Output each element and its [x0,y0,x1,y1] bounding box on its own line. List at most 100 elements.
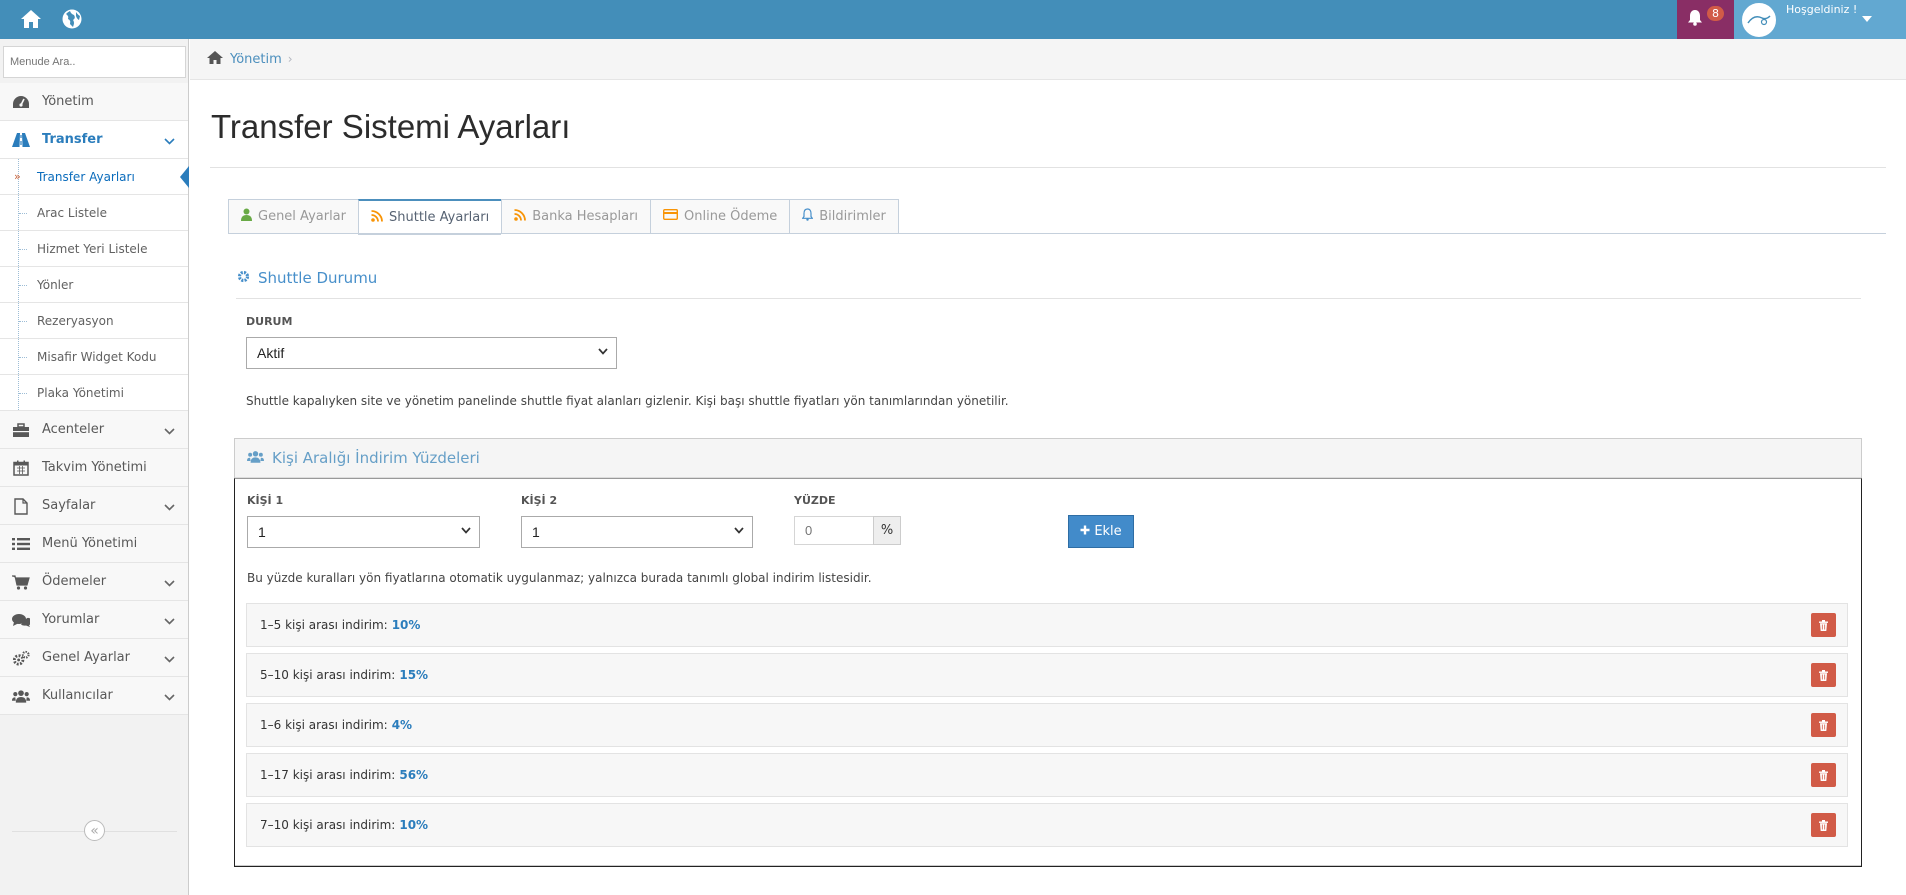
sidebar-item-label: Genel Ayarlar [42,650,130,665]
kisi2-select[interactable]: 1 [521,516,753,548]
rule-percent: 56% [399,768,429,782]
rss-icon [514,208,527,225]
tab-label: Online Ödeme [684,209,778,224]
bell-icon [801,208,814,225]
chevron-down-icon [734,525,744,537]
sidebar-subitem-label: Arac Listele [37,205,107,220]
page-header-divider [210,167,1886,168]
discount-note: Bu yüzde kuralları yön fiyatlarına otoma… [247,571,872,585]
tab-label: Banka Hesapları [532,209,639,224]
caret-down-icon [1862,12,1872,25]
sidebar-item-label: Sayfalar [42,498,96,513]
chevron-down-icon [164,500,175,514]
user-icon [241,208,252,225]
list-icon [12,536,30,552]
sidebar-subitem-label: Yönler [37,277,74,292]
rule-percent: 10% [391,618,421,632]
delete-rule-button[interactable] [1811,813,1836,837]
sidebar-item-label: Ödemeler [42,574,107,589]
globe-icon[interactable] [58,5,86,33]
rule-text: 1–5 kişi arası indirim: [260,618,388,632]
status-select-value: Aktif [257,345,285,361]
gear-icon [237,269,250,287]
trash-icon [1819,669,1828,681]
delete-rule-button[interactable] [1811,763,1836,787]
sidebar-item-transfer[interactable]: Transfer [0,121,188,159]
sidebar-subitem-misafir-widget-kodu[interactable]: Misafir Widget Kodu [0,339,188,375]
kisi1-select[interactable]: 1 [247,516,480,548]
sidebar-item-label: Transfer [42,132,103,147]
kisi1-label: KİŞİ 1 [247,494,284,507]
breadcrumb-separator-icon: › [287,52,293,66]
delete-rule-button[interactable] [1811,613,1836,637]
rule-text: 1–6 kişi arası indirim: [260,718,388,732]
sidebar-item-yonetim[interactable]: Yönetim [0,83,188,121]
add-rule-button[interactable]: Ekle [1068,515,1134,548]
rule-text: 5–10 kişi arası indirim: [260,668,396,682]
tab-genel-ayarlar[interactable]: Genel Ayarlar [228,199,358,234]
sidebar-subitem-plaka-yonetimi[interactable]: Plaka Yönetimi [0,375,188,411]
yuzde-label: YÜZDE [794,494,836,507]
delete-rule-button[interactable] [1811,713,1836,737]
discount-rule-row: 1–5 kişi arası indirim: 10% [246,603,1848,647]
sidebar-item-menu-yonetimi[interactable]: Menü Yönetimi [0,525,188,563]
users-icon [12,688,30,704]
tab-shuttle-ayarlari[interactable]: Shuttle Ayarları [358,199,502,235]
rule-percent: 15% [399,668,429,682]
plus-icon [1080,524,1090,539]
trash-icon [1819,769,1828,781]
chevron-down-icon [598,346,608,358]
sidebar-subitem-yonler[interactable]: Yönler [0,267,188,303]
breadcrumb: Yönetim › [190,39,1906,80]
calendar-icon [12,460,30,476]
top-navbar: 8 Hoşgeldiniz ! [0,0,1906,39]
sidebar-item-acenteler[interactable]: Acenteler [0,411,188,449]
sidebar-item-label: Yorumlar [42,612,100,627]
sidebar-collapse-button[interactable]: « [84,820,105,841]
chevron-down-icon [164,652,175,666]
rule-text: 7–10 kişi arası indirim: [260,818,396,832]
notifications-button[interactable]: 8 [1677,0,1734,39]
sidebar-subitem-transfer-ayarlari[interactable]: » Transfer Ayarları [0,159,189,195]
chevron-down-icon [164,614,175,628]
briefcase-icon [12,422,30,438]
delete-rule-button[interactable] [1811,663,1836,687]
home-icon[interactable] [17,5,45,33]
discount-rule-row: 5–10 kişi arası indirim: 15% [246,653,1848,697]
sidebar-subitem-label: Misafir Widget Kodu [37,349,157,364]
sidebar-subitem-label: Hizmet Yeri Listele [37,241,148,256]
notification-count-badge: 8 [1707,6,1724,21]
percent-addon: % [873,516,901,545]
rss-icon [371,209,383,226]
sidebar-item-yorumlar[interactable]: Yorumlar [0,601,188,639]
discount-widget: Kişi Aralığı İndirim Yüzdeleri [234,438,1862,867]
sidebar: Yönetim Transfer » Transfer Ayarları Ara… [0,39,189,895]
tab-banka-hesaplari[interactable]: Banka Hesapları [501,199,651,234]
sidebar-item-kullanicilar[interactable]: Kullanıcılar [0,677,188,715]
status-label: DURUM [246,315,293,328]
tab-online-odeme[interactable]: Online Ödeme [650,199,790,234]
user-menu[interactable]: Hoşgeldiniz ! [1734,0,1906,39]
sidebar-item-label: Acenteler [42,422,105,437]
tab-bildirimler[interactable]: Bildirimler [789,199,899,234]
sidebar-item-takvim-yonetimi[interactable]: Takvim Yönetimi [0,449,188,487]
shuttle-section-title: Shuttle Durumu [237,269,377,287]
breadcrumb-home-link[interactable]: Yönetim [230,52,282,67]
double-chevron-right-icon: » [14,170,21,183]
menu-search-input[interactable] [3,46,186,78]
sidebar-subitem-arac-listele[interactable]: Arac Listele [0,195,188,231]
sidebar-item-genel-ayarlar[interactable]: Genel Ayarlar [0,639,188,677]
welcome-text: Hoşgeldiniz ! [1786,3,1858,16]
chevron-down-icon [164,576,175,590]
double-chevron-left-icon: « [90,822,99,839]
shopping-cart-icon [12,574,30,590]
sidebar-subitem-rezeryasyon[interactable]: Rezeryasyon [0,303,188,339]
yuzde-input[interactable] [794,516,874,545]
sidebar-subitem-hizmet-yeri-listele[interactable]: Hizmet Yeri Listele [0,231,188,267]
comments-icon [12,612,30,628]
users-icon [247,449,264,467]
sidebar-item-sayfalar[interactable]: Sayfalar [0,487,188,525]
status-select[interactable]: Aktif [246,337,617,369]
avatar [1742,3,1776,37]
sidebar-item-odemeler[interactable]: Ödemeler [0,563,188,601]
